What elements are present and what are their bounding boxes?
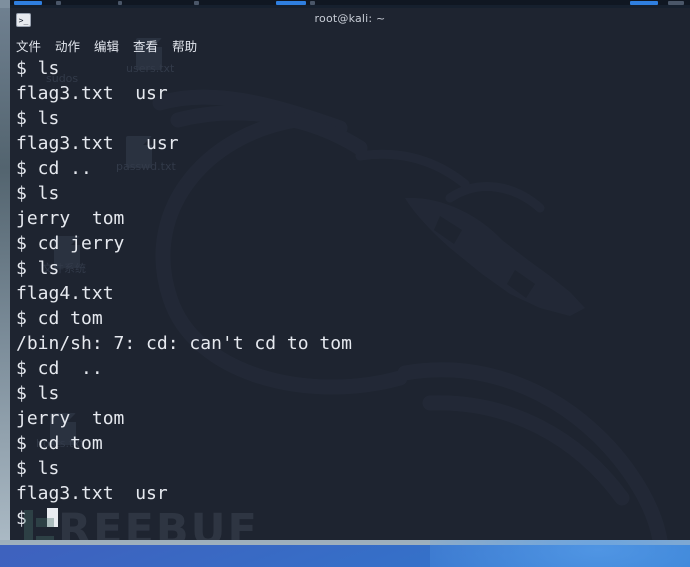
terminal-line: $ ls (16, 383, 60, 404)
terminal-screen[interactable]: $ ls flag3.txt usr $ ls flag3.txt usr $ cd .… (10, 56, 690, 540)
top-bar-accent-3[interactable] (630, 1, 658, 5)
terminal-line: $ cd .. (16, 158, 92, 179)
terminal-line: flag3.txt usr (16, 83, 168, 104)
top-bar-dot-2[interactable] (118, 1, 122, 5)
top-bar-strip (0, 5, 690, 8)
terminal-line: $ cd .. (16, 358, 103, 379)
terminal-line: $ cd tom (16, 433, 103, 454)
terminal-line: $ (16, 506, 690, 531)
terminal-line: /bin/sh: 7: cd: can't cd to tom (16, 333, 352, 354)
terminal-line: $ ls (16, 108, 60, 129)
terminal-line: $ ls (16, 458, 60, 479)
top-bar-dot-4[interactable] (310, 1, 315, 5)
menu-actions[interactable]: 动作 (55, 36, 80, 55)
menu-edit[interactable]: 编辑 (94, 36, 119, 55)
menu-help[interactable]: 帮助 (172, 36, 197, 55)
terminal-window[interactable]: users.txt passwd.txt 文件系统 hosts.txt sudo… (10, 8, 690, 540)
terminal-line: $ cd tom (16, 308, 103, 329)
window-title-bar[interactable]: >_ root@kali: ~ (10, 8, 690, 32)
terminal-line: flag4.txt (16, 283, 114, 304)
terminal-line: jerry tom (16, 208, 125, 229)
terminal-line: flag3.txt usr (16, 483, 168, 504)
menu-view[interactable]: 查看 (133, 36, 158, 55)
top-bar-dot-5[interactable] (668, 1, 684, 5)
top-bar-dot-3[interactable] (194, 1, 199, 5)
top-bar-accent-2[interactable] (276, 1, 306, 5)
terminal-line: $ cd jerry (16, 233, 125, 254)
menu-bar[interactable]: 文件 动作 编辑 查看 帮助 (10, 34, 690, 56)
menu-file[interactable]: 文件 (16, 36, 41, 55)
desktop-left-sliver (0, 8, 10, 540)
top-bar-dot-1[interactable] (56, 1, 61, 5)
terminal-line: jerry tom (16, 408, 125, 429)
top-bar-left-edge (0, 0, 10, 8)
window-title: root@kali: ~ (314, 12, 386, 25)
os-top-bar (0, 0, 690, 8)
terminal-line: $ ls (16, 58, 60, 79)
terminal-line: $ ls (16, 258, 60, 279)
terminal-line: flag3.txt usr (16, 133, 179, 154)
terminal-cursor (46, 508, 58, 527)
top-bar-accent-1[interactable] (14, 1, 42, 5)
terminal-line: $ ls (16, 183, 60, 204)
